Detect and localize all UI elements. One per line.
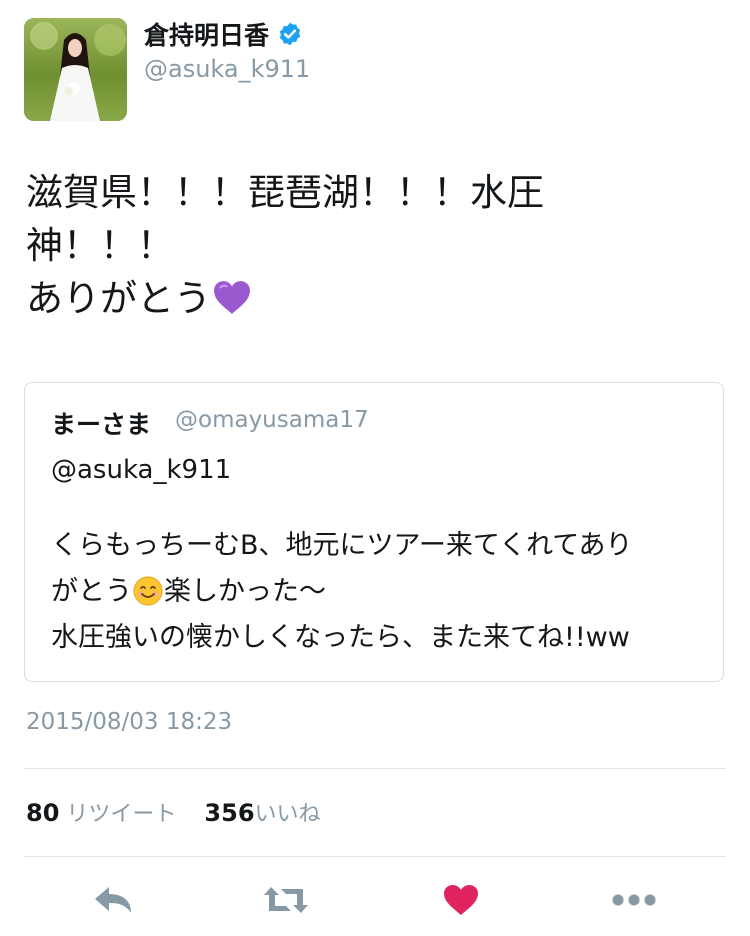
- author-name-row[interactable]: 倉持明日香: [144, 16, 303, 52]
- more-icon: [612, 894, 656, 906]
- like-count: 356: [204, 799, 255, 827]
- quoted-author-name: まーさま: [51, 410, 152, 439]
- author-avatar[interactable]: [24, 18, 127, 121]
- like-icon: [444, 885, 478, 915]
- author-name: 倉持明日香: [144, 21, 270, 50]
- author-handle[interactable]: @asuka_k911: [144, 55, 310, 83]
- like-button[interactable]: [440, 878, 482, 922]
- tweet-timestamp[interactable]: 2015/08/03 18:23: [26, 709, 232, 735]
- purple-heart-icon: [214, 280, 250, 314]
- retweet-count-link[interactable]: 80 リツイート: [26, 799, 177, 827]
- like-label: いいね: [254, 802, 321, 827]
- quoted-tweet-card[interactable]: まーさま @omayusama17 @asuka_k911 くらもっちーむB、地…: [24, 382, 724, 682]
- tweet-stats: 80 リツイート 356いいね: [26, 796, 321, 828]
- quoted-reply-to: @asuka_k911: [51, 455, 232, 485]
- tweet-text-body: 滋賀県！！！琵琶湖！！！水圧 神！！！ ありがとう: [26, 171, 544, 320]
- retweet-button[interactable]: [260, 878, 312, 922]
- like-count-link[interactable]: 356いいね: [204, 799, 321, 827]
- smiling-face-icon: [133, 576, 163, 605]
- quoted-author-handle: @omayusama17: [175, 407, 369, 433]
- verified-badge-icon: [279, 22, 301, 46]
- more-button[interactable]: [610, 878, 658, 922]
- avatar-photo: [24, 18, 127, 121]
- quoted-line-2a: がとう: [51, 576, 132, 607]
- quoted-tweet-body: くらもっちーむB、地元にツアー来てくれてあり がとう 楽しかった〜 水圧強いの懐…: [51, 523, 711, 661]
- quoted-line-1: くらもっちーむB、地元にツアー来てくれてあり: [51, 530, 633, 561]
- quoted-line-2b: 楽しかった〜: [164, 576, 326, 607]
- reply-icon: [95, 887, 131, 913]
- divider-bottom: [24, 856, 726, 857]
- retweet-icon: [264, 887, 308, 913]
- retweet-count: 80: [26, 799, 60, 827]
- quoted-line-2: がとう 楽しかった〜: [51, 569, 711, 615]
- quoted-line-3: 水圧強いの懐かしくなったら、また来てね!!ww: [51, 622, 630, 653]
- reply-button[interactable]: [90, 878, 136, 922]
- retweet-label: リツイート: [66, 802, 177, 827]
- tweet-text: 滋賀県！！！琵琶湖！！！水圧 神！！！ ありがとう: [26, 166, 666, 325]
- divider-top: [24, 768, 726, 769]
